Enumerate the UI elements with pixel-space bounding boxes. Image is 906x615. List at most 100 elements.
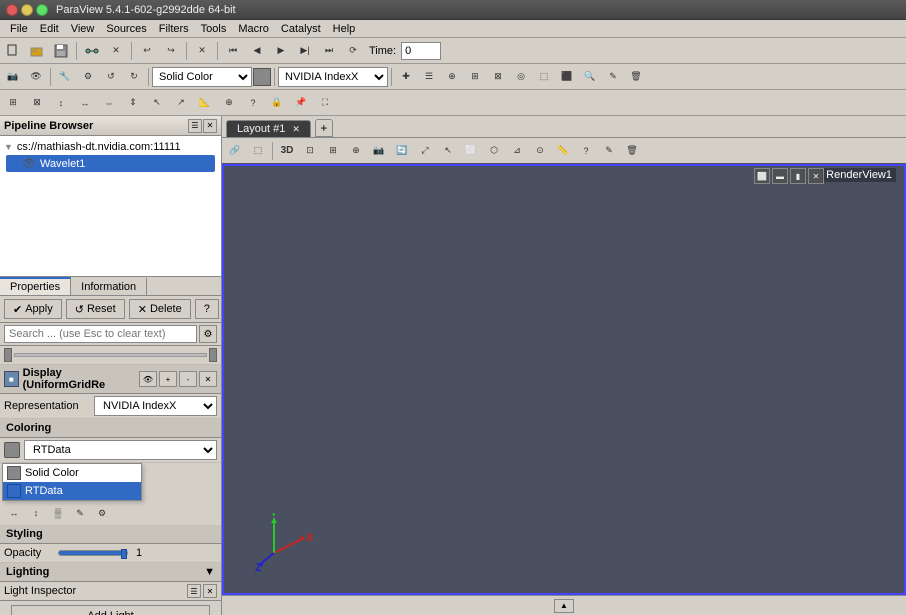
tb2-interact5[interactable]: ⊠ [487, 66, 509, 88]
opacity-slider[interactable] [58, 550, 128, 556]
rescale-custom-btn[interactable]: ↕ [26, 503, 46, 523]
display-eye-btn[interactable]: 👁 [139, 371, 157, 387]
eye-btn[interactable]: 👁 [25, 66, 47, 88]
collapse-btn[interactable]: ▲ [554, 599, 574, 613]
open-btn[interactable] [26, 40, 48, 62]
tb2-interact4[interactable]: ⊞ [464, 66, 486, 88]
vt-select-btn[interactable]: ⬜ [460, 140, 482, 162]
help-btn[interactable]: ? [195, 299, 219, 319]
menu-edit[interactable]: Edit [34, 22, 65, 36]
go-start-btn[interactable]: ⏮ [222, 40, 244, 62]
disconnect-btn[interactable]: ✕ [105, 40, 127, 62]
window-controls[interactable] [6, 4, 48, 16]
vt-3d-btn[interactable]: 3D [276, 140, 298, 162]
edit-color-map-btn[interactable]: ✎ [70, 503, 90, 523]
redo-btn[interactable]: ↪ [160, 40, 182, 62]
vertical-split-btn[interactable]: ▮ [790, 168, 806, 184]
display-close-btn[interactable]: ✕ [199, 371, 217, 387]
color-swatch[interactable] [4, 442, 20, 458]
tb2-interact2[interactable]: ☰ [418, 66, 440, 88]
vt-pick-btn[interactable]: ⊙ [529, 140, 551, 162]
tb2-btn2[interactable]: ⚙ [77, 66, 99, 88]
light-close-btn[interactable]: ✕ [203, 584, 217, 598]
connect-btn[interactable] [81, 40, 103, 62]
close-layout-btn[interactable]: ✕ [292, 124, 300, 134]
vt-ortho-btn[interactable]: ⊕ [345, 140, 367, 162]
t3-btn9[interactable]: 📐 [194, 92, 216, 114]
t3-btn5[interactable]: ⇔ [98, 92, 120, 114]
tb2-interact6[interactable]: ◎ [510, 66, 532, 88]
close-view-btn[interactable]: ✕ [808, 168, 824, 184]
tb2-interact8[interactable]: ⬛ [556, 66, 578, 88]
menu-file[interactable]: File [4, 22, 34, 36]
reset-button[interactable]: ↺ Reset [66, 299, 125, 319]
vt-measure-btn[interactable]: 📏 [552, 140, 574, 162]
layout-tab[interactable]: Layout #1 ✕ [226, 120, 311, 137]
t3-btn3[interactable]: ↕ [50, 92, 72, 114]
prev-frame-btn[interactable]: ◀ [246, 40, 268, 62]
tb2-btn1[interactable]: 🔧 [54, 66, 76, 88]
pipeline-browser-close-btn[interactable]: ✕ [203, 119, 217, 133]
vt-polygon-btn[interactable]: ⬡ [483, 140, 505, 162]
display-expand-btn[interactable]: + [159, 371, 177, 387]
tab-information[interactable]: Information [71, 277, 147, 295]
horizontal-split-btn[interactable]: ▬ [772, 168, 788, 184]
menu-filters[interactable]: Filters [153, 22, 195, 36]
tb2-interact11[interactable]: 🗑 [625, 66, 647, 88]
vt-delete-btn[interactable]: 🗑 [621, 140, 643, 162]
slider-right[interactable] [209, 348, 217, 362]
menu-catalyst[interactable]: Catalyst [275, 22, 327, 36]
viewport[interactable]: RenderView1 ⬜ ▬ ▮ ✕ [222, 164, 906, 595]
t3-btn13[interactable]: 📌 [290, 92, 312, 114]
tb2-interact10[interactable]: ✎ [602, 66, 624, 88]
color-settings-btn[interactable]: ⚙ [92, 503, 112, 523]
rtdata-option[interactable]: RTData [3, 482, 141, 500]
delete-button[interactable]: ✕ Delete [129, 299, 191, 319]
new-btn[interactable] [2, 40, 24, 62]
menu-view[interactable]: View [65, 22, 101, 36]
display-collapse-btn[interactable]: - [179, 371, 197, 387]
tb2-interact1[interactable]: ✚ [395, 66, 417, 88]
tb2-btn3[interactable]: ↺ [100, 66, 122, 88]
t3-btn7[interactable]: ↖ [146, 92, 168, 114]
vt-annotation-btn[interactable]: ✎ [598, 140, 620, 162]
wavelet-item[interactable]: 👁 Wavelet1 [6, 155, 215, 172]
eye-icon[interactable]: 👁 [22, 157, 36, 170]
coloring-dropdown[interactable]: Solid Color RTData [24, 440, 217, 460]
vt-frame-btn[interactable]: ⬚ [247, 140, 269, 162]
t3-btn2[interactable]: ⊠ [26, 92, 48, 114]
add-light-button[interactable]: Add Light [11, 605, 210, 615]
t3-btn6[interactable]: ⇕ [122, 92, 144, 114]
go-end-btn[interactable]: ⏭ [318, 40, 340, 62]
vt-cam-btn[interactable]: 📷 [368, 140, 390, 162]
color-mode-dropdown[interactable]: Solid Color [152, 67, 252, 87]
vt-zoom-btn[interactable]: ⊞ [322, 140, 344, 162]
vt-cam2-btn[interactable]: 🔄 [391, 140, 413, 162]
play-btn[interactable]: ▶ [270, 40, 292, 62]
t3-btn8[interactable]: ↗ [170, 92, 192, 114]
search-input[interactable] [4, 325, 197, 343]
add-layout-btn[interactable]: + [315, 119, 333, 137]
color-swatch-btn[interactable] [253, 68, 271, 86]
tb2-interact3[interactable]: ⊕ [441, 66, 463, 88]
pipeline-browser-menu-btn[interactable]: ☰ [188, 119, 202, 133]
lighting-arrow[interactable]: ▼ [204, 566, 215, 578]
maximize-btn[interactable] [36, 4, 48, 16]
t3-btn4[interactable]: ↔ [74, 92, 96, 114]
tb2-interact9[interactable]: 🔍 [579, 66, 601, 88]
close-btn[interactable] [6, 4, 18, 16]
maximize-view-btn[interactable]: ⬜ [754, 168, 770, 184]
solid-color-option[interactable]: Solid Color [3, 464, 141, 482]
slider-track[interactable] [14, 353, 207, 357]
vt-resetcam-btn[interactable]: ⤢ [414, 140, 436, 162]
menu-sources[interactable]: Sources [100, 22, 152, 36]
vt-reset-btn[interactable]: ⊡ [299, 140, 321, 162]
t3-btn14[interactable]: ⛶ [314, 92, 336, 114]
tb2-btn4[interactable]: ↻ [123, 66, 145, 88]
opacity-handle[interactable] [121, 549, 127, 559]
time-input[interactable] [401, 42, 441, 60]
vt-frustum-btn[interactable]: ⊿ [506, 140, 528, 162]
t3-btn11[interactable]: ? [242, 92, 264, 114]
menu-tools[interactable]: Tools [195, 22, 233, 36]
vt-interact-btn[interactable]: ↖ [437, 140, 459, 162]
